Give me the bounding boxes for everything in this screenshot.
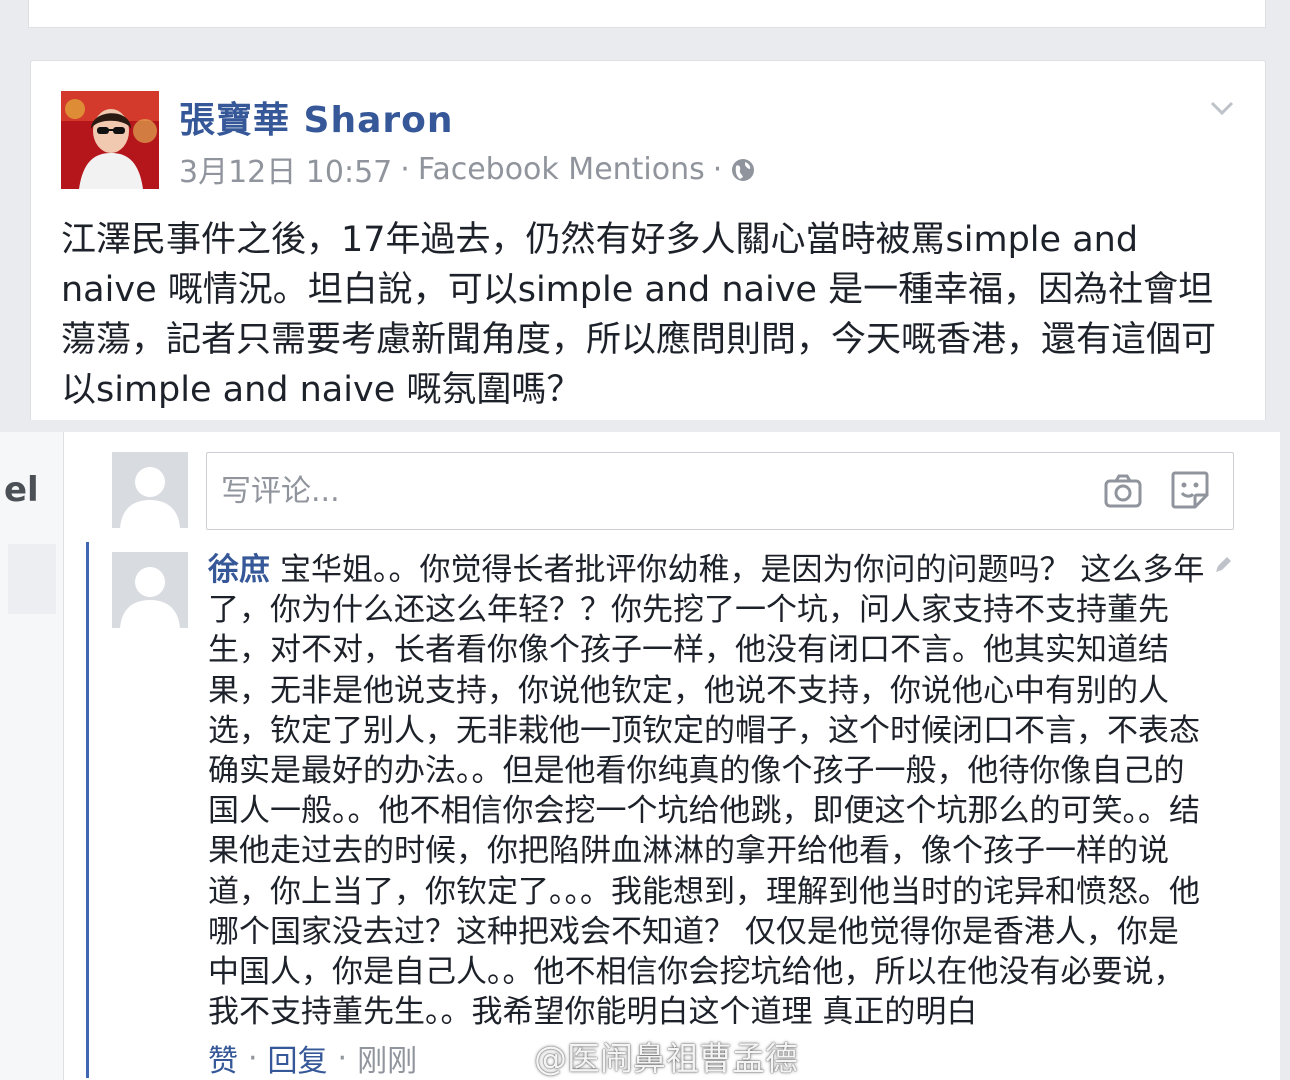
comment-composer [206,452,1234,530]
comments-panel: el 写评论... 徐庶 宝华姐。。你觉得长者批评你幼稚，是因为你问的问题吗？ … [0,432,1290,1080]
comment-actions: 赞 · 回复 · 刚刚 [208,1036,417,1080]
comment-input[interactable] [221,471,1081,511]
globe-icon [730,156,756,182]
comment-text: 宝华姐。。你觉得长者批评你幼稚，是因为你问的问题吗？ 这么多年了，你为什么还这么… [208,552,1205,1031]
right-edge [1280,432,1290,1080]
comment-timestamp[interactable]: 刚刚 [357,1036,417,1080]
author-avatar[interactable] [61,91,159,189]
comment-body: 徐庶 宝华姐。。你觉得长者批评你幼稚，是因为你问的问题吗？ 这么多年了，你为什么还… [208,550,1208,1032]
post-panel: 張寶華 Sharon 3月12日 10:57 · Facebook Mentio… [0,0,1290,428]
weibo-logo-icon [482,1039,526,1073]
reply-link[interactable]: 回复 [268,1036,328,1080]
pencil-icon[interactable] [1212,554,1234,576]
meta-separator-2: · [712,151,723,187]
left-sidebar-fragment: el [0,432,64,1080]
post-body-text: 江澤民事件之後，17年過去，仍然有好多人關心當時被罵simple and nai… [61,220,1217,410]
post-card: 張寶華 Sharon 3月12日 10:57 · Facebook Mentio… [30,60,1266,428]
commenter-avatar[interactable] [112,552,188,628]
post-timestamp[interactable]: 3月12日 10:57 [179,147,392,191]
my-avatar [112,452,188,528]
like-link[interactable]: 赞 [208,1036,238,1080]
chevron-down-icon[interactable] [1207,93,1237,123]
post-source[interactable]: Facebook Mentions [418,152,705,187]
sidebar-partial-label: el [4,470,39,510]
weibo-watermark: @医闹鼻祖曹孟德 [482,1032,798,1080]
sticker-icon[interactable] [1169,469,1211,511]
camera-icon[interactable] [1103,471,1143,511]
actions-separator: · [248,1040,258,1076]
post-author-name[interactable]: 張寶華 Sharon [179,91,454,143]
post-meta: 3月12日 10:57 · Facebook Mentions · [179,147,756,191]
thread-indicator [86,542,89,1078]
watermark-text: @医闹鼻祖曹孟德 [534,1039,798,1078]
previous-post-card [28,0,1266,28]
comment-author[interactable]: 徐庶 [208,552,270,588]
sidebar-partial-box [8,544,56,614]
actions-separator-2: · [337,1040,348,1076]
meta-separator: · [400,151,410,187]
